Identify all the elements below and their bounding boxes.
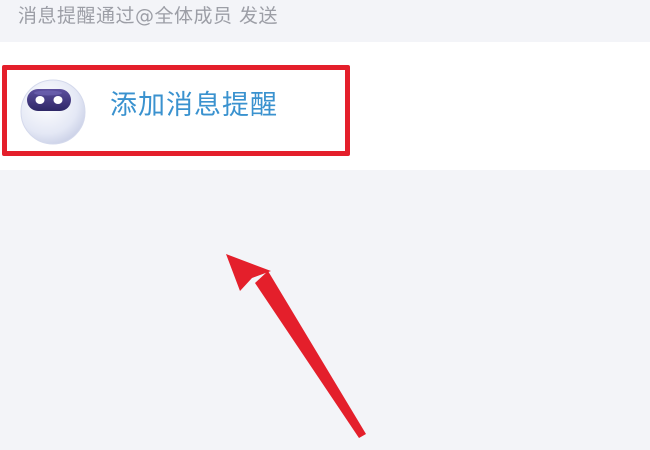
add-reminder-button[interactable]: 添加消息提醒 xyxy=(110,86,278,126)
arrow-shaft xyxy=(255,271,366,438)
add-reminder-row[interactable] xyxy=(0,42,650,170)
robot-avatar-icon xyxy=(20,79,86,145)
hint-text: 消息提醒通过@全体成员 发送 xyxy=(18,5,279,27)
arrow-head xyxy=(226,254,271,291)
hint-bar: 消息提醒通过@全体成员 发送 xyxy=(0,0,650,42)
